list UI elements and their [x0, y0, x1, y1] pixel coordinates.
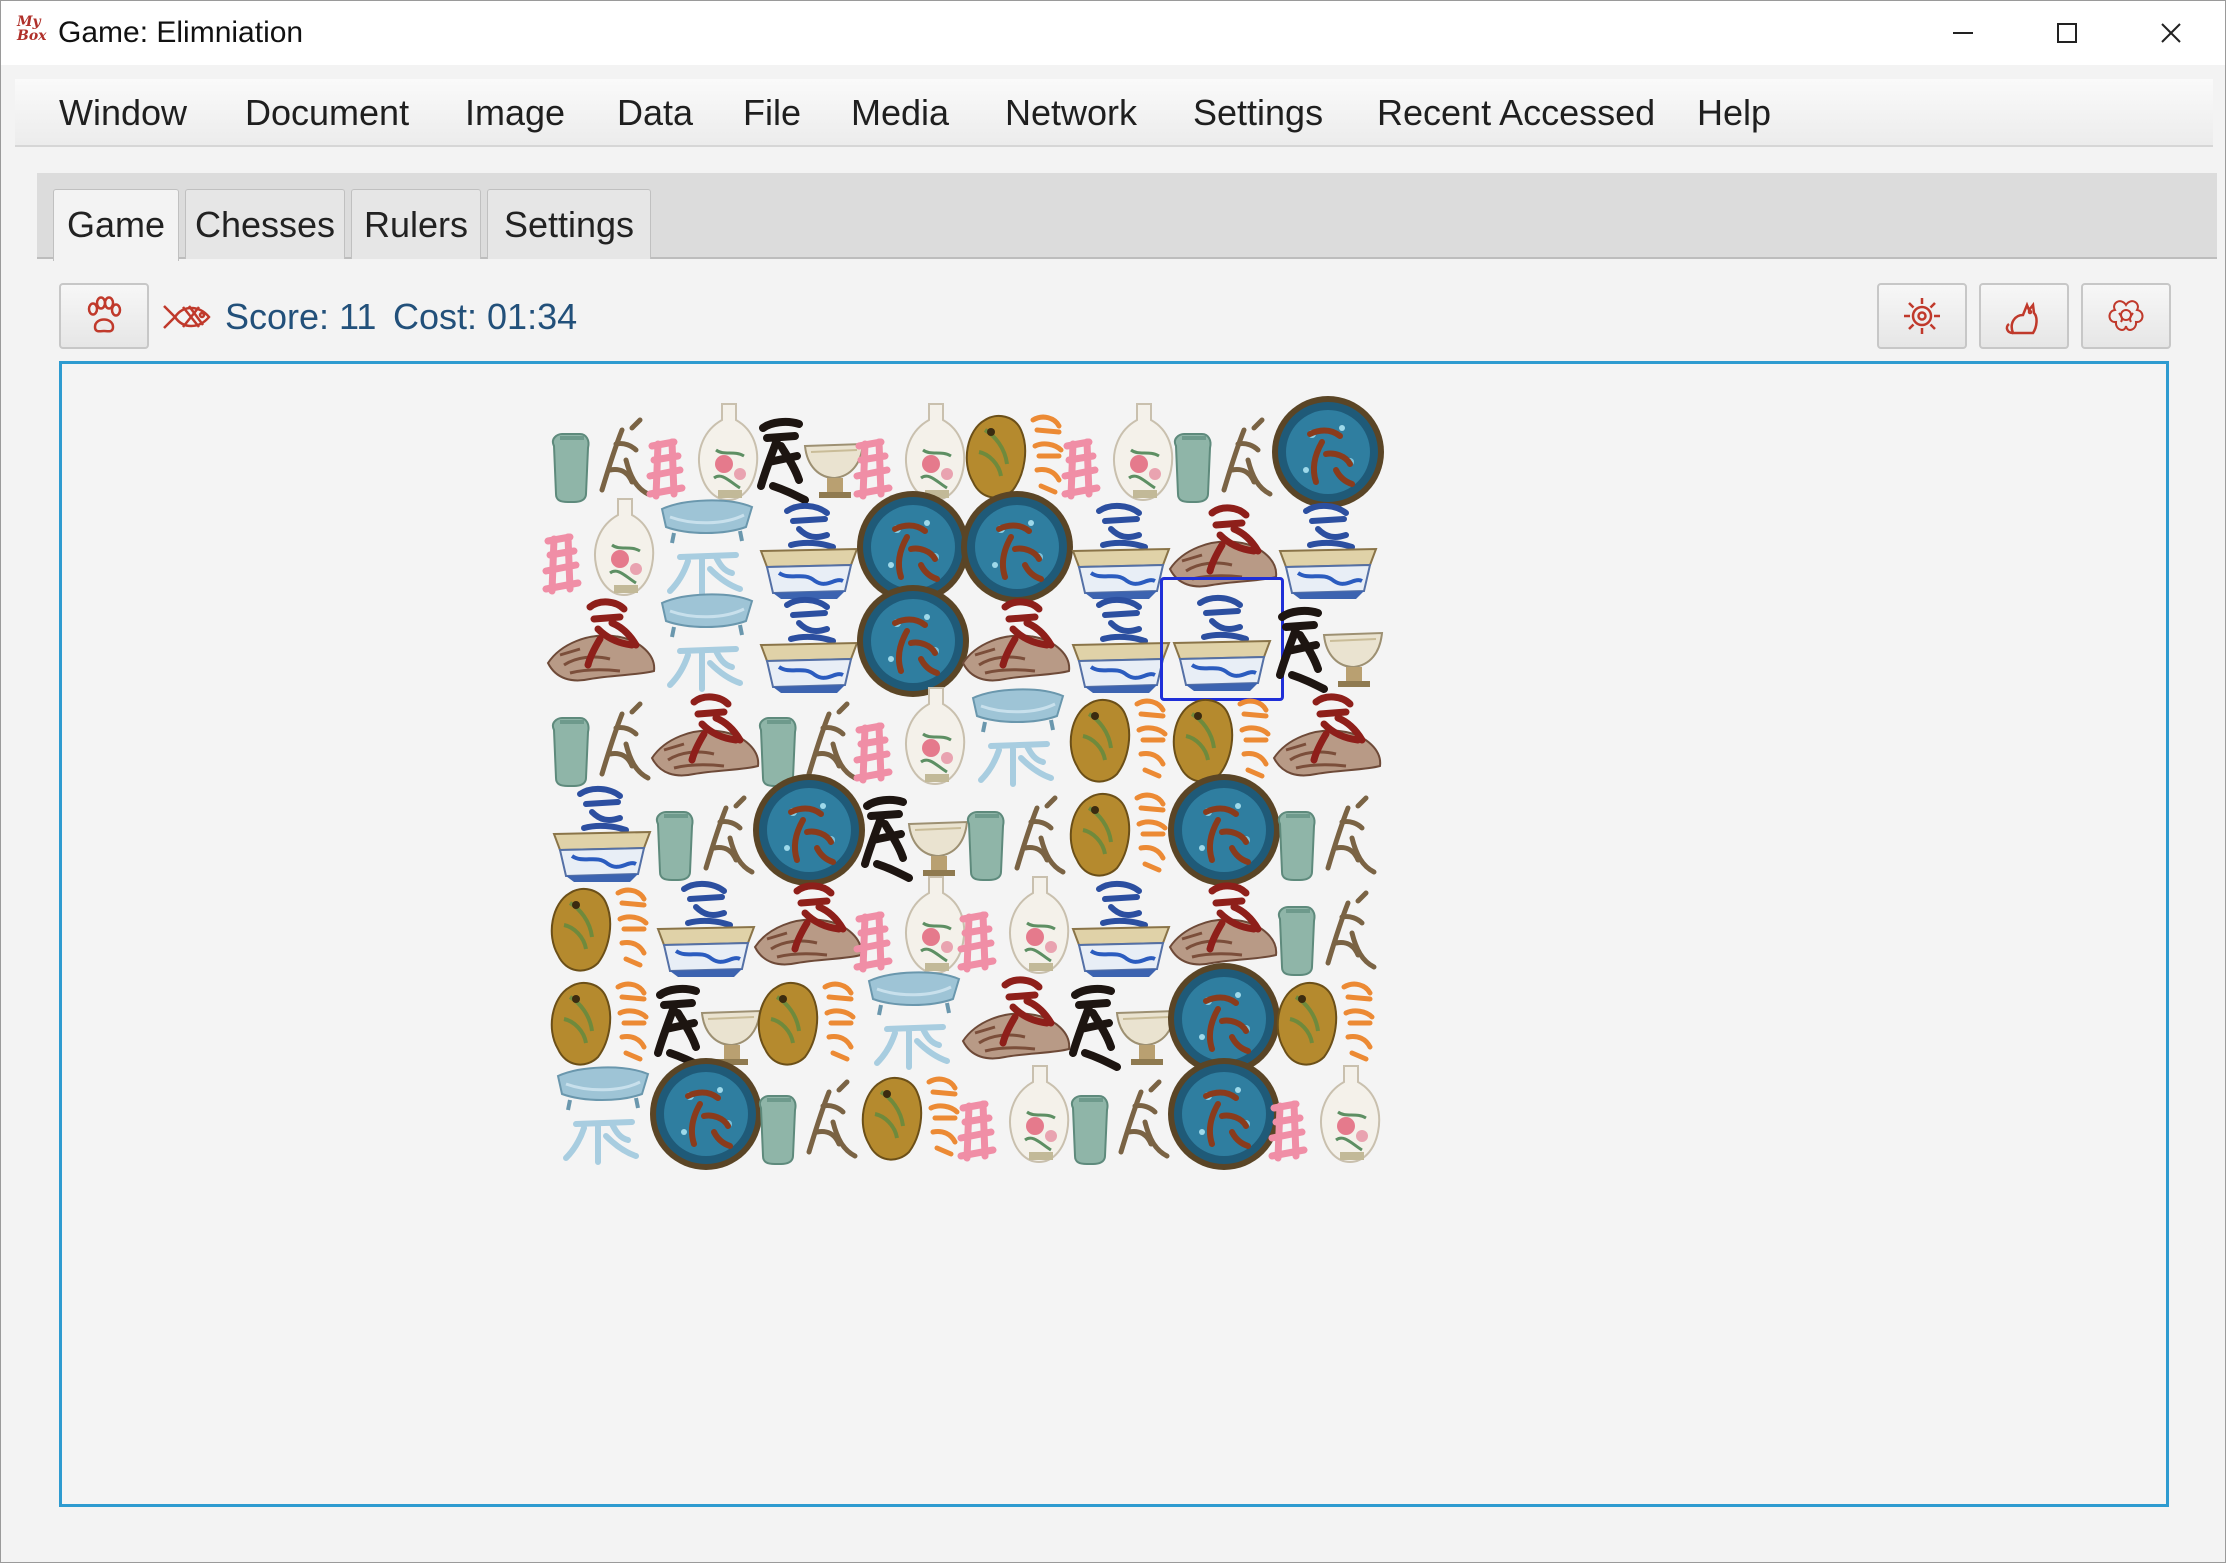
score-label: Score: 11: [225, 296, 377, 337]
menu-file[interactable]: File: [743, 79, 801, 147]
peony-button[interactable]: [2081, 283, 2171, 349]
menu-help[interactable]: Help: [1697, 79, 1771, 147]
title-bar: My Box Game: Elimniation: [1, 1, 2225, 65]
tab-rulers[interactable]: Rulers: [351, 189, 481, 259]
maximize-button[interactable]: [2015, 1, 2119, 65]
window-title: Game: Elimniation: [58, 16, 304, 49]
game-settings-button[interactable]: [1877, 283, 1967, 349]
menu-settings[interactable]: Settings: [1193, 79, 1323, 147]
menu-recent-accessed[interactable]: Recent Accessed: [1377, 79, 1655, 147]
cat-icon: [2005, 301, 2038, 335]
gear-icon: [1904, 298, 1940, 334]
paw-button[interactable]: [59, 283, 149, 349]
game-window: My Box Game: Elimniation Window Document…: [0, 0, 2226, 1563]
paw-icon: [87, 296, 122, 333]
app-logo: My Box: [17, 14, 47, 44]
cat-button[interactable]: [1979, 283, 2069, 349]
tab-settings[interactable]: Settings: [487, 189, 651, 259]
menu-data[interactable]: Data: [617, 79, 693, 147]
menu-document[interactable]: Document: [245, 79, 409, 147]
fish-icon: [163, 305, 211, 329]
minimize-icon: [1953, 32, 1973, 34]
maximize-icon: [2057, 23, 2077, 43]
peony-icon: [2108, 300, 2144, 331]
tab-bar: Game Chesses Rulers Settings: [37, 173, 2217, 261]
game-board[interactable]: [59, 361, 2169, 1507]
cost-label: Cost: 01:34: [393, 296, 578, 337]
menu-image[interactable]: Image: [465, 79, 565, 147]
minimize-button[interactable]: [1911, 1, 2015, 65]
famille-rose-vase-piece[interactable]: [1266, 1052, 1390, 1176]
menu-media[interactable]: Media: [851, 79, 949, 147]
close-icon: [2161, 23, 2181, 43]
menu-network[interactable]: Network: [1005, 79, 1137, 147]
menu-bar: Window Document Image Data File Media Ne…: [15, 79, 2213, 147]
tab-game[interactable]: Game: [53, 189, 179, 261]
tab-chesses[interactable]: Chesses: [185, 189, 345, 259]
close-button[interactable]: [2119, 1, 2223, 65]
famille-rose-vase-icon: [1268, 1064, 1380, 1163]
menu-window[interactable]: Window: [59, 79, 187, 147]
